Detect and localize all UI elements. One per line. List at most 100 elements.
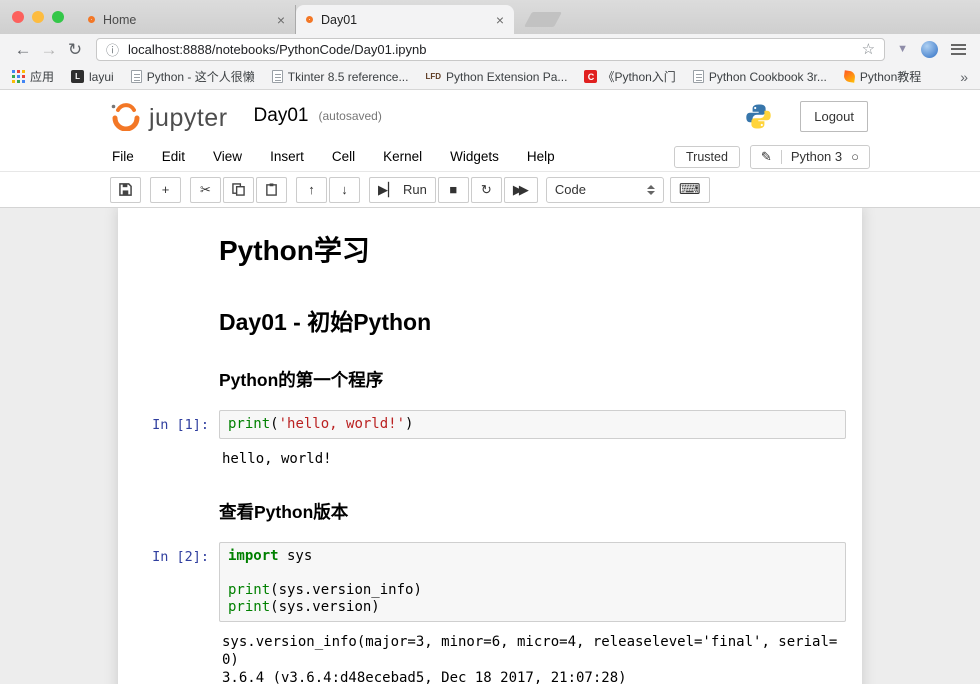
prompt-spacer [120,291,219,347]
output-prompt-spacer [118,446,217,468]
jupyter-menubar: File Edit View Insert Cell Kernel Widget… [0,142,980,172]
page-favicon [272,70,283,83]
url-input[interactable] [128,42,862,57]
paste-cell-button[interactable] [256,177,287,203]
heading-python-study: Python学习 [219,229,846,269]
cell-type-dropdown[interactable]: Code [546,177,664,203]
cut-icon: ✂ [200,183,211,196]
forward-button[interactable]: → [36,41,62,58]
kernel-indicator-group: ✎ Python 3 ○ [750,145,870,169]
markdown-cell-h3-first[interactable]: Python的第一个程序 [119,352,861,405]
tab-home[interactable]: Home × [78,5,296,34]
bookmark-label: 《Python入门 [602,68,675,85]
menu-view[interactable]: View [213,149,242,164]
move-cell-up-button[interactable]: ↑ [296,177,327,203]
csdn-favicon: C [584,70,597,83]
book-favicon [693,70,704,83]
select-arrows-icon [647,185,655,195]
address-bar[interactable]: ⓘ ☆ [96,38,885,61]
markdown-cell-h1[interactable]: Python学习 [119,218,861,286]
menu-cell[interactable]: Cell [332,149,355,164]
bookmark-label: Python Extension Pa... [446,70,567,84]
new-tab-button[interactable] [524,12,562,27]
jupyter-favicon [306,16,313,23]
save-button[interactable] [110,177,141,203]
close-tab-icon[interactable]: × [496,12,504,28]
prompt-spacer [120,489,219,532]
bookmark-label: Tkinter 8.5 reference... [288,70,409,84]
close-tab-icon[interactable]: × [277,12,285,28]
menu-kernel[interactable]: Kernel [383,149,422,164]
bookmarks-overflow-icon[interactable]: » [960,69,968,85]
lfd-favicon: LFD [425,72,441,81]
bookmark-python-cookbook[interactable]: Python Cookbook 3r... [693,70,827,84]
window-controls [12,11,64,23]
output-text-1: hello, world! [217,446,848,468]
bookmark-tkinter[interactable]: Tkinter 8.5 reference... [272,70,409,84]
close-window-button[interactable] [12,11,24,23]
page-info-icon[interactable]: ⓘ [106,40,119,59]
bookmark-python-blog[interactable]: Python - 这个人很懒 [131,68,255,85]
stop-icon: ■ [449,183,457,196]
heading-first-program: Python的第一个程序 [219,367,846,392]
keyboard-icon: ⌨ [679,182,701,197]
arrow-down-icon: ↓ [341,183,348,196]
menu-edit[interactable]: Edit [162,149,185,164]
bookmark-apps[interactable]: 应用 [12,68,54,85]
bookmark-layui[interactable]: L layui [71,70,114,84]
menu-insert[interactable]: Insert [270,149,304,164]
markdown-cell-h3-version[interactable]: 查看Python版本 [119,484,861,537]
trusted-button[interactable]: Trusted [674,146,740,168]
code-input-2[interactable]: import sys print(sys.version_info)print(… [219,542,846,622]
reload-button[interactable]: ↻ [62,41,88,58]
run-button[interactable]: ▶▏ Run [369,177,436,203]
output-text-2: sys.version_info(major=3, minor=6, micro… [217,629,848,684]
paste-icon [265,183,278,196]
restart-run-all-button[interactable]: ▶▶ [504,177,538,203]
code-cell-2[interactable]: In [2]: import sys print(sys.version_inf… [119,537,861,627]
interrupt-kernel-button[interactable]: ■ [438,177,469,203]
page-favicon [131,70,142,83]
back-button[interactable]: ← [10,41,36,58]
menu-help[interactable]: Help [527,149,555,164]
cut-cell-button[interactable]: ✂ [190,177,221,203]
code-cell-1[interactable]: In [1]: print('hello, world!') [119,405,861,444]
menu-widgets[interactable]: Widgets [450,149,499,164]
feather-favicon [843,70,855,82]
tab-day01[interactable]: Day01 × [296,5,514,34]
notebook-title[interactable]: Day01 [254,105,309,127]
restart-kernel-button[interactable]: ↻ [471,177,502,203]
jupyter-logo[interactable]: jupyter [108,101,228,131]
download-arrow-icon[interactable]: ▼ [897,43,908,55]
minimize-window-button[interactable] [32,11,44,23]
jupyter-toolbar: + ✂ ↑ ↓ ▶▏ Run [0,172,980,208]
markdown-cell-h2[interactable]: Day01 - 初始Python [119,286,861,352]
bookmark-star-icon[interactable]: ☆ [862,40,875,58]
bookmark-python-extension[interactable]: LFD Python Extension Pa... [425,70,567,84]
copy-icon [232,183,245,196]
copy-cell-button[interactable] [223,177,254,203]
layui-favicon: L [71,70,84,83]
command-palette-button[interactable]: ⌨ [670,177,710,203]
bookmark-python-intro[interactable]: C 《Python入门 [584,68,675,85]
bookmark-label: Python Cookbook 3r... [709,70,827,84]
restart-icon: ↻ [481,183,492,196]
run-label: Run [403,182,427,197]
logout-button[interactable]: Logout [800,101,868,132]
extension-globe-icon[interactable] [921,41,938,58]
zoom-window-button[interactable] [52,11,64,23]
move-cell-down-button[interactable]: ↓ [329,177,360,203]
output-cell-2: sys.version_info(major=3, minor=6, micro… [118,627,862,684]
jupyter-header: jupyter Day01 (autosaved) Logout [0,90,980,142]
insert-cell-button[interactable]: + [150,177,181,203]
python-logo [745,103,772,130]
menu-file[interactable]: File [112,149,134,164]
browser-window: Home × Day01 × ← → ↻ ⓘ ☆ ▼ 应用 L layui [0,0,980,684]
jupyter-logo-icon [108,101,144,131]
code-input-1[interactable]: print('hello, world!') [219,410,846,439]
bookmarks-bar: 应用 L layui Python - 这个人很懒 Tkinter 8.5 re… [0,64,980,90]
chrome-menu-button[interactable] [947,38,970,60]
bookmark-python-tutorial[interactable]: Python教程 [844,68,921,85]
kernel-idle-icon: ○ [851,149,859,164]
bookmark-label: 应用 [30,68,54,85]
